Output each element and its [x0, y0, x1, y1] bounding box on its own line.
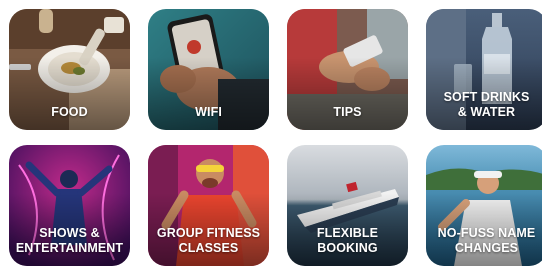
tile-shows-entertainment[interactable]: SHOWS & ENTERTAINMENT — [9, 145, 130, 266]
tile-label: WIFI — [195, 105, 222, 119]
tile-no-fuss-name-changes[interactable]: NO-FUSS NAME CHANGES — [426, 145, 542, 266]
tile-soft-drinks-water[interactable]: SOFT DRINKS & WATER — [426, 9, 542, 130]
tile-food[interactable]: FOOD — [9, 9, 130, 130]
tile-wifi[interactable]: WIFI — [148, 9, 269, 130]
tile-label: SOFT DRINKS & WATER — [443, 90, 530, 119]
tile-label: TIPS — [333, 105, 362, 119]
tile-label: SHOWS & ENTERTAINMENT — [15, 226, 124, 255]
tile-label: FLEXIBLE BOOKING — [316, 226, 379, 255]
perks-grid: FOOD WIFI TIPS SOFT DRINKS & WATER SHOWS… — [0, 0, 542, 266]
tile-flexible-booking[interactable]: FLEXIBLE BOOKING — [287, 145, 408, 266]
tile-label: GROUP FITNESS CLASSES — [156, 226, 261, 255]
tile-group-fitness[interactable]: GROUP FITNESS CLASSES — [148, 145, 269, 266]
tile-label: NO-FUSS NAME CHANGES — [437, 226, 536, 255]
tile-tips[interactable]: TIPS — [287, 9, 408, 130]
tile-label: FOOD — [51, 105, 88, 119]
